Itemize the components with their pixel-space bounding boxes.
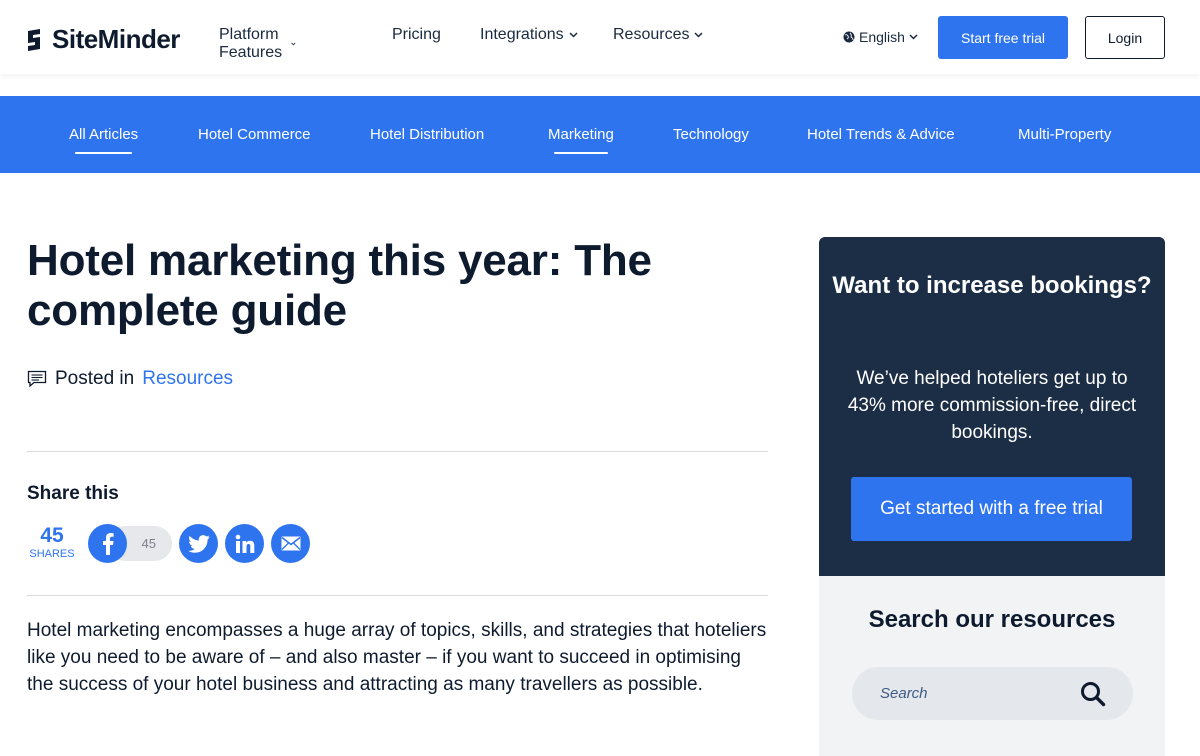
promo-card: Want to increase bookings? We’ve helped …: [819, 237, 1165, 576]
nav-label: Integrations: [480, 26, 564, 43]
start-free-trial-button[interactable]: Start free trial: [938, 16, 1068, 59]
twitter-icon: [187, 534, 210, 553]
get-started-free-trial-button[interactable]: Get started with a free trial: [851, 477, 1132, 541]
category-label: Marketing: [548, 126, 614, 143]
login-button[interactable]: Login: [1085, 16, 1165, 59]
category-label: All Articles: [69, 126, 139, 143]
category-hotel-trends-advice[interactable]: Hotel Trends & Advice: [807, 126, 955, 143]
email-icon: [281, 536, 300, 551]
divider: [27, 451, 768, 452]
linkedin-share-button[interactable]: [225, 524, 264, 563]
category-nav: All Articles Hotel Commerce Hotel Distri…: [0, 96, 1200, 173]
search-icon[interactable]: [1080, 681, 1106, 707]
share-title: Share this: [27, 483, 119, 504]
siteminder-logo[interactable]: SiteMinder: [26, 24, 180, 55]
nav-label: Resources: [613, 26, 690, 43]
category-hotel-distribution[interactable]: Hotel Distribution: [370, 126, 484, 143]
chevron-down-icon: [694, 32, 704, 38]
nav-integrations[interactable]: Integrations: [480, 26, 578, 44]
category-technology[interactable]: Technology: [673, 126, 749, 143]
chevron-down-icon: [291, 42, 296, 46]
share-count: 45: [40, 524, 64, 547]
chevron-down-icon: [569, 32, 578, 38]
logo-text: SiteMinder: [52, 24, 180, 54]
nav-label: Pricing: [392, 26, 441, 43]
nav-pricing[interactable]: Pricing: [392, 26, 441, 44]
article-intro: Hotel marketing encompasses a huge array…: [27, 620, 767, 695]
divider: [27, 595, 768, 596]
active-underline: [554, 152, 608, 154]
category-all-articles[interactable]: All Articles: [69, 126, 139, 154]
category-label: Multi-Property: [1018, 126, 1112, 143]
search-field: [852, 667, 1133, 720]
article-title: Hotel marketing this year: The complete …: [27, 236, 652, 335]
category-label: Hotel Commerce: [198, 126, 311, 143]
linkedin-icon: [235, 534, 254, 553]
posted-in: Posted in Resources: [27, 368, 233, 390]
category-label: Hotel Distribution: [370, 126, 485, 143]
top-header: SiteMinder Platform Features Pricing Int…: [0, 0, 1200, 74]
category-label: Technology: [673, 126, 749, 143]
category-marketing[interactable]: Marketing: [548, 126, 614, 154]
siteminder-logo-icon: [28, 28, 40, 51]
facebook-share-button[interactable]: [88, 524, 127, 563]
posted-category-link[interactable]: Resources: [142, 368, 233, 390]
language-selector[interactable]: English: [843, 29, 918, 45]
search-input[interactable]: [880, 667, 1070, 720]
comment-icon: [27, 370, 47, 388]
active-underline: [75, 152, 133, 154]
share-label: SHARES: [29, 548, 75, 560]
category-label: Hotel Trends & Advice: [807, 126, 955, 143]
language-label: English: [859, 29, 905, 45]
nav-label: Platform Features: [219, 26, 283, 61]
nav-platform-features[interactable]: Platform Features: [219, 26, 296, 62]
chevron-down-icon: [909, 34, 918, 40]
posted-prefix: Posted in: [55, 368, 135, 389]
category-hotel-commerce[interactable]: Hotel Commerce: [198, 126, 311, 143]
email-share-button[interactable]: [271, 524, 310, 563]
search-resources-panel: Search our resources: [819, 576, 1165, 756]
promo-text: We’ve helped hoteliers get up to 43% mor…: [847, 368, 1137, 443]
twitter-share-button[interactable]: [179, 524, 218, 563]
facebook-count: 45: [141, 536, 156, 551]
facebook-share[interactable]: 45: [88, 524, 172, 563]
globe-icon: [843, 31, 855, 43]
nav-resources[interactable]: Resources: [613, 26, 704, 44]
search-title: Search our resources: [868, 606, 1116, 633]
promo-title: Want to increase bookings?: [832, 272, 1152, 299]
category-multi-property[interactable]: Multi-Property: [1018, 126, 1111, 143]
share-counter: 45 SHARES: [27, 524, 77, 561]
facebook-icon: [102, 532, 114, 555]
